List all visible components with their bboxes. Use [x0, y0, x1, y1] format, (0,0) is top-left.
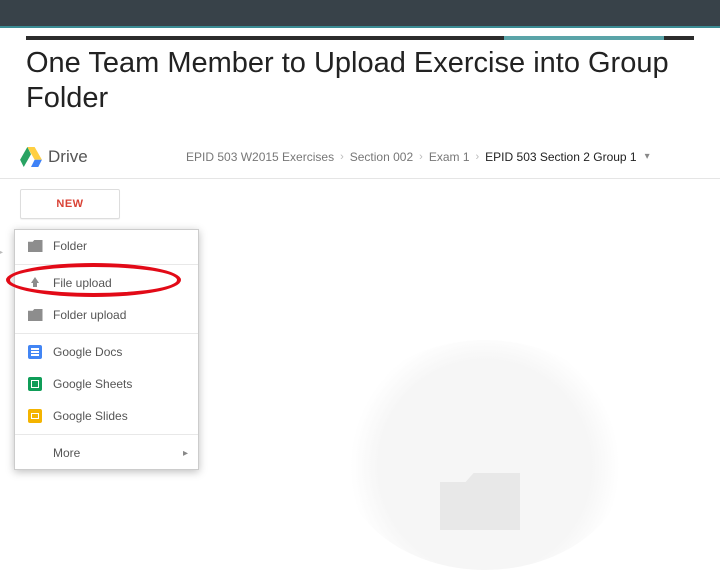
menu-item-google-docs[interactable]: Google Docs [15, 336, 198, 368]
slide-title-block: One Team Member to Upload Exercise into … [26, 36, 694, 116]
new-button[interactable]: NEW [20, 189, 120, 219]
breadcrumb-level1[interactable]: Section 002 [350, 150, 413, 164]
title-accent-bar [504, 36, 664, 40]
breadcrumb-level2[interactable]: Exam 1 [429, 150, 470, 164]
chevron-right-icon: ▸ [183, 448, 188, 459]
menu-item-more[interactable]: More ▸ [15, 437, 198, 469]
drive-icon [20, 147, 42, 167]
menu-item-google-slides[interactable]: Google Slides [15, 400, 198, 432]
file-upload-icon [27, 275, 43, 291]
drive-body: NEW ▸ Folder File upload Folder upload [0, 179, 720, 540]
breadcrumb-current[interactable]: EPID 503 Section 2 Group 1 [485, 150, 636, 164]
menu-label: File upload [53, 276, 112, 290]
google-drive-screenshot: Drive EPID 503 W2015 Exercises › Section… [0, 135, 720, 540]
menu-item-new-folder[interactable]: Folder [15, 230, 198, 262]
menu-label: Google Slides [53, 409, 128, 423]
google-docs-icon [27, 344, 43, 360]
menu-label: More [53, 446, 80, 460]
folder-upload-icon [27, 307, 43, 323]
drive-sidebar: NEW ▸ Folder File upload Folder upload [0, 179, 178, 540]
chevron-right-icon: › [340, 151, 344, 163]
menu-label: Google Sheets [53, 377, 132, 391]
chevron-right-icon: › [419, 151, 423, 163]
menu-label: Google Docs [53, 345, 122, 359]
google-sheets-icon [27, 376, 43, 392]
breadcrumb-root[interactable]: EPID 503 W2015 Exercises [186, 150, 334, 164]
caret-down-icon[interactable]: ▾ [645, 151, 650, 162]
chevron-right-icon: › [476, 151, 480, 163]
menu-label: Folder [53, 239, 87, 253]
menu-separator [15, 434, 198, 435]
google-slides-icon [27, 408, 43, 424]
menu-label: Folder upload [53, 308, 126, 322]
breadcrumb: EPID 503 W2015 Exercises › Section 002 ›… [178, 150, 650, 164]
drive-brand-label: Drive [48, 147, 88, 167]
menu-item-google-sheets[interactable]: Google Sheets [15, 368, 198, 400]
drive-logo[interactable]: Drive [0, 147, 178, 167]
empty-folder-illustration [340, 340, 630, 570]
blank-icon [27, 445, 43, 461]
slide-header-bar [0, 0, 720, 28]
menu-separator [15, 264, 198, 265]
new-menu-dropdown: Folder File upload Folder upload Google … [14, 229, 199, 470]
menu-separator [15, 333, 198, 334]
menu-item-folder-upload[interactable]: Folder upload [15, 299, 198, 331]
panel-collapse-marker[interactable]: ▸ [0, 247, 3, 258]
slide-title: One Team Member to Upload Exercise into … [26, 46, 694, 116]
menu-item-file-upload[interactable]: File upload [15, 267, 198, 299]
folder-plus-icon [27, 238, 43, 254]
drive-topbar: Drive EPID 503 W2015 Exercises › Section… [0, 135, 720, 179]
